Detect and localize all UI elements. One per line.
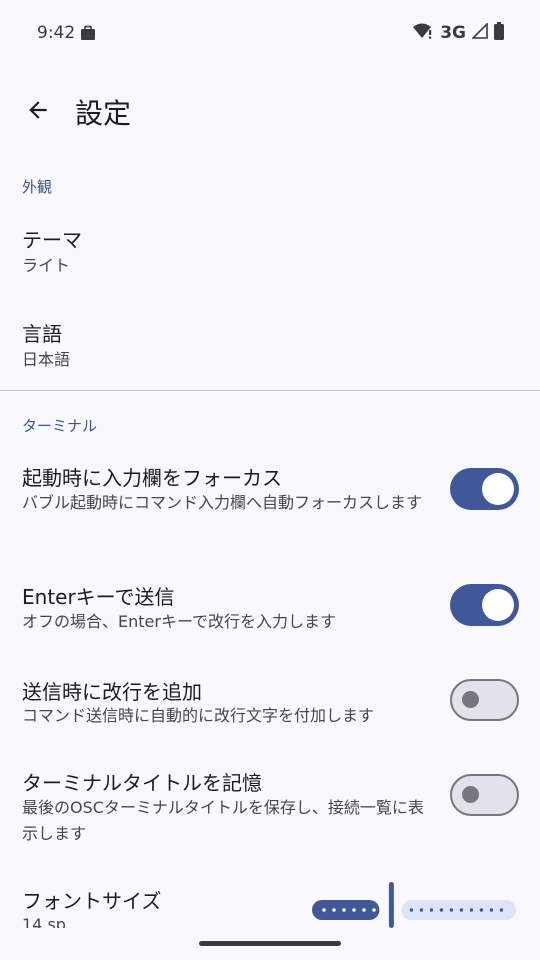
network-type-label: 3G [440,23,466,43]
slider-tick-inactive [419,908,424,912]
font-size-slider-track [312,882,516,928]
pref-theme-summary: ライト [22,256,71,275]
slider-tick-active [372,908,376,912]
home-indicator [199,941,341,946]
slider-tick-inactive [409,908,414,912]
slider-tick-inactive [469,908,474,912]
append-newline-switch[interactable] [450,679,519,721]
slider-tick-inactive [459,908,464,912]
pref-font-size-title: フォントサイズ [22,889,162,913]
slider-tick-active [332,908,336,912]
slider-tick-active [322,908,326,912]
slider-thumb [388,882,394,928]
section-header-appearance: 外観 [22,178,53,196]
slider-tick-active [342,908,346,912]
slider-active-track [312,900,380,920]
battery-icon [494,22,504,44]
briefcase-icon [80,25,96,45]
slider-tick-inactive [439,908,444,912]
slider-tick-inactive [429,908,434,912]
switch-knob [482,473,514,505]
switch-knob [462,786,479,803]
status-icons: 3G [412,22,504,44]
slider-inactive-track [401,900,516,920]
focus-on-start-switch[interactable] [450,468,519,510]
back-button[interactable] [20,92,56,128]
status-bar: 9:42 3G [0,0,540,68]
wifi-alert-icon [412,22,434,44]
slider-tick-inactive [479,908,484,912]
enter-to-send-switch[interactable] [450,584,519,626]
switch-knob [462,691,479,708]
arrow-back-icon [29,101,47,119]
pref-append-newline-summary: コマンド送信時に自動的に改行文字を付加します [22,706,375,725]
pref-theme-title: テーマ [22,228,82,252]
slider-tick-inactive [489,908,494,912]
pref-focus-on-start-title: 起動時に入力欄をフォーカス [22,466,282,490]
switch-knob [482,589,514,621]
font-size-slider[interactable] [310,880,520,928]
app-bar: 設定 [0,78,540,142]
remember-title-switch[interactable] [450,774,519,816]
pref-language-title: 言語 [22,322,62,346]
pref-focus-on-start-summary: バブル起動時にコマンド入力欄へ自動フォーカスします [22,493,423,512]
pref-enter-to-send-title: Enterキーで送信 [22,585,175,609]
pref-remember-title-summary: 最後のOSCターミナルタイトルを保存し、接続一覧に表示します [22,798,424,843]
pref-language-summary: 日本語 [22,350,71,369]
slider-tick-active [352,908,356,912]
section-header-terminal: ターミナル [22,417,98,435]
slider-tick-inactive [449,908,454,912]
pref-enter-to-send-summary: オフの場合、Enterキーで改行を入力します [22,612,336,631]
status-time: 9:42 [37,23,76,43]
slider-tick-active [362,908,366,912]
pref-append-newline-title: 送信時に改行を追加 [22,680,202,704]
page-title: 設定 [75,97,132,130]
cell-signal-icon [471,22,488,43]
section-divider [0,390,540,391]
slider-tick-inactive [499,908,504,912]
pref-remember-title-title: ターミナルタイトルを記憶 [22,771,262,795]
